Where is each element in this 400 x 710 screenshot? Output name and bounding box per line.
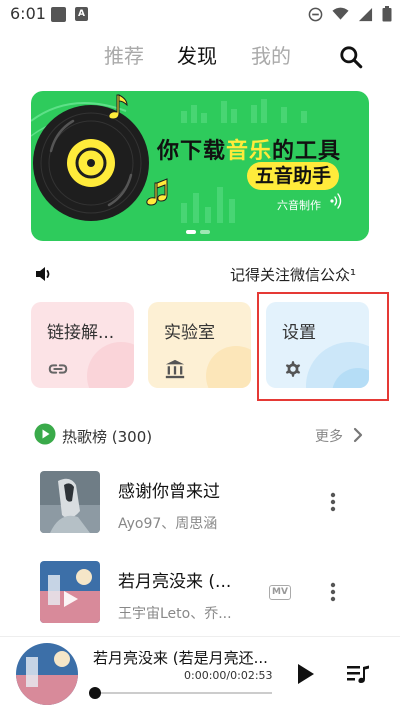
progress-knob[interactable] [89, 687, 101, 699]
banner-title-suffix: 的工具 [272, 139, 342, 164]
link-icon [48, 364, 68, 374]
playlist-icon[interactable] [346, 664, 370, 684]
song-artist: Ayo97、周思涵 [118, 516, 218, 532]
top-nav: 推荐 发现 我的 [0, 36, 400, 76]
more-vert-icon[interactable] [326, 581, 340, 603]
photo-icon [51, 7, 66, 22]
play-circle-icon[interactable] [34, 423, 56, 445]
album-cover [40, 561, 100, 623]
progress-bar[interactable] [94, 692, 272, 694]
bank-icon [165, 359, 185, 379]
pager-dot[interactable] [200, 230, 210, 234]
chevron-right-icon[interactable] [352, 426, 364, 444]
banner-credit: 六音制作 [277, 199, 321, 212]
mini-player[interactable]: 若月亮没来 (若是月亮还... 0:00:00/0:02:53 [0, 636, 400, 710]
notice-bar[interactable]: 记得关注微信公众¹ [34, 262, 366, 286]
tab-recommend[interactable]: 推荐 [104, 40, 144, 69]
signal-icon [358, 7, 373, 21]
song-title: 若月亮没来 (... [118, 572, 232, 592]
link-parse-card[interactable]: 链接解... [31, 302, 134, 388]
pager-dot-active[interactable] [186, 230, 196, 234]
card-label: 链接解... [47, 323, 115, 343]
status-icons [308, 6, 392, 22]
wifi-icon [332, 7, 349, 20]
banner-title: 你下载音乐的工具 [157, 133, 341, 165]
status-bar: 6:01 A [0, 0, 400, 30]
banner-title-prefix: 你下载 [157, 139, 227, 164]
play-icon[interactable] [296, 663, 316, 685]
song-title: 感谢你曾来过 [118, 482, 220, 502]
dnd-icon [308, 7, 323, 21]
player-album-cover[interactable] [16, 643, 78, 705]
notice-text: 记得关注微信公众¹ [230, 266, 357, 284]
tab-discover[interactable]: 发现 [177, 40, 217, 69]
promo-banner[interactable]: 你下载音乐的工具 五音助手 六音制作 [31, 91, 369, 241]
battery-icon [382, 6, 392, 22]
player-song-title: 若月亮没来 (若是月亮还... [93, 649, 268, 667]
card-label: 实验室 [164, 323, 215, 343]
more-link[interactable]: 更多 [315, 426, 343, 446]
hot-songs-title: 热歌榜 (300) [62, 428, 153, 446]
banner-title-accent: 音乐 [226, 139, 273, 164]
status-time: 6:01 [10, 4, 46, 23]
mv-icon[interactable]: MV [269, 585, 291, 600]
speaker-icon [36, 267, 50, 281]
banner-pager [186, 230, 210, 234]
song-artist: 王宇宙Leto、乔... [118, 606, 232, 622]
more-vert-icon[interactable] [326, 491, 340, 513]
search-icon[interactable] [338, 44, 364, 70]
song-row[interactable]: 感谢你曾来过 Ayo97、周思涵 [40, 471, 370, 533]
player-time: 0:00:00/0:02:53 [184, 669, 273, 682]
hot-songs-header: 热歌榜 (300) 更多 [34, 423, 366, 447]
tab-mine[interactable]: 我的 [251, 40, 291, 69]
a-icon: A [75, 7, 88, 21]
highlight-box [257, 292, 389, 401]
banner-subtitle: 五音助手 [247, 162, 340, 190]
album-cover [40, 471, 100, 533]
song-row[interactable]: 若月亮没来 (... 王宇宙Leto、乔... MV [40, 561, 370, 623]
lab-card[interactable]: 实验室 [148, 302, 251, 388]
